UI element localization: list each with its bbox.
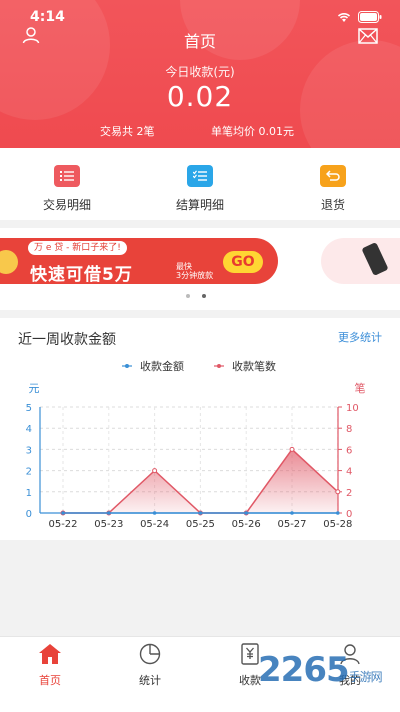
y-tick-right: 8 bbox=[346, 424, 352, 435]
pie-chart-icon bbox=[139, 643, 161, 665]
x-tick-label: 05-23 bbox=[94, 519, 123, 530]
phone-icon bbox=[361, 242, 389, 276]
carousel-dots bbox=[186, 294, 206, 298]
banner-note-line2: 3分钟放款 bbox=[176, 271, 214, 280]
quick-action-label: 交易明细 bbox=[42, 198, 91, 212]
carousel-dot-active[interactable] bbox=[202, 294, 206, 298]
battery-icon bbox=[358, 11, 382, 23]
wifi-icon bbox=[337, 13, 351, 22]
series-point-count bbox=[335, 489, 341, 495]
header: 4:14 首页 今日收款(元) 0.02 交易共 2笔 单笔均价 0.01元 bbox=[0, 0, 400, 148]
checklist-icon bbox=[187, 165, 213, 187]
status-icons bbox=[336, 11, 382, 23]
x-tick-label: 05-27 bbox=[277, 519, 306, 530]
legend-label: 收款金额 bbox=[140, 359, 184, 373]
series-point-count bbox=[289, 446, 295, 452]
weekly-chart: 0123450246810元 笔05-22 05-23 05-24 05-25 05-26… bbox=[26, 359, 366, 530]
x-tick-label: 05-24 bbox=[140, 519, 169, 530]
carousel-dot[interactable] bbox=[186, 294, 190, 298]
y-tick-left: 2 bbox=[26, 467, 32, 478]
y-tick-right: 2 bbox=[346, 488, 352, 499]
return-icon bbox=[320, 165, 346, 187]
watermark-main: 2265 bbox=[258, 650, 350, 690]
banner-loan-ad[interactable]: 万 e 贷 - 新口子来了! 快速可借5万 最快 3分钟放款 GO bbox=[0, 238, 278, 284]
quick-action-label: 结算明细 bbox=[175, 198, 224, 212]
series-point-amount bbox=[198, 511, 203, 515]
x-tick-label: 05-28 bbox=[323, 519, 352, 530]
site-watermark: 2265手游网 bbox=[258, 650, 383, 690]
today-amount: 0.02 bbox=[166, 80, 234, 113]
series-point-amount bbox=[107, 511, 111, 515]
banner-note: 最快 3分钟放款 bbox=[176, 262, 213, 280]
y-axis-label-left: 元 bbox=[29, 382, 40, 395]
banner-tag: 万 e 贷 - 新口子来了! bbox=[28, 241, 127, 255]
banner-note-line1: 最快 bbox=[176, 262, 192, 271]
y-tick-left: 1 bbox=[26, 488, 32, 499]
tab-label: 统计 bbox=[139, 674, 161, 687]
weekly-chart-card: 近一周收款金额 更多统计 0 1 2 3 4 5 0 2 4 6 8 10 元笔 05-22 05-23 05… bbox=[0, 318, 400, 540]
quick-action-label: 退货 bbox=[320, 198, 345, 212]
trade-count: 交易共 2笔 bbox=[100, 125, 155, 138]
today-label: 今日收款(元) bbox=[165, 65, 235, 79]
series-point-amount bbox=[244, 511, 248, 515]
y-tick-right: 4 bbox=[346, 467, 352, 478]
banner-next-preview[interactable] bbox=[321, 238, 400, 284]
y-tick-left: 4 bbox=[26, 424, 32, 435]
coin-icon bbox=[0, 250, 18, 274]
y-tick-left: 0 bbox=[26, 509, 32, 520]
list-icon bbox=[54, 165, 80, 187]
quick-actions: 交易明细 结算明细 退货 bbox=[0, 148, 400, 220]
series-point-amount bbox=[152, 511, 157, 515]
avg-price: 单笔均价 0.01元 bbox=[211, 125, 294, 138]
series-point-amount bbox=[290, 511, 294, 515]
tab-label: 首页 bbox=[39, 674, 61, 687]
quick-action-settlement[interactable]: 结算明细 bbox=[155, 165, 245, 213]
series-point-amount bbox=[61, 511, 65, 515]
tab-home[interactable]: 首页 bbox=[20, 643, 80, 688]
home-icon bbox=[39, 644, 61, 664]
status-time: 4:14 bbox=[30, 9, 65, 25]
y-axis-label-right: 笔 bbox=[355, 381, 366, 395]
banner-carousel[interactable]: 万 e 贷 - 新口子来了! 快速可借5万 最快 3分钟放款 GO bbox=[0, 228, 400, 310]
legend-label: 收款笔数 bbox=[232, 359, 276, 373]
banner-headline: 快速可借5万 bbox=[30, 265, 133, 284]
y-tick-right: 10 bbox=[346, 403, 359, 414]
mail-icon[interactable] bbox=[358, 28, 378, 44]
y-tick-right: 6 bbox=[346, 445, 352, 456]
x-tick-label: 05-26 bbox=[232, 519, 261, 530]
quick-action-transactions[interactable]: 交易明细 bbox=[22, 165, 112, 213]
quick-action-refund[interactable]: 退货 bbox=[288, 165, 378, 213]
nav-bar: 首页 bbox=[0, 26, 400, 51]
legend-swatch-dot bbox=[125, 364, 129, 368]
banner-go-button[interactable]: GO bbox=[223, 251, 263, 273]
tab-stats[interactable]: 统计 bbox=[120, 643, 180, 688]
x-tick-label: 05-25 bbox=[186, 519, 215, 530]
y-tick-left: 3 bbox=[26, 445, 32, 456]
y-tick-left: 5 bbox=[26, 403, 32, 414]
series-point-amount bbox=[336, 511, 340, 515]
watermark-sub: 手游网 bbox=[348, 670, 383, 684]
page-title: 首页 bbox=[183, 32, 216, 51]
x-tick-label: 05-22 bbox=[48, 519, 77, 530]
series-point-count bbox=[152, 468, 158, 474]
legend-swatch-dot bbox=[217, 364, 221, 368]
